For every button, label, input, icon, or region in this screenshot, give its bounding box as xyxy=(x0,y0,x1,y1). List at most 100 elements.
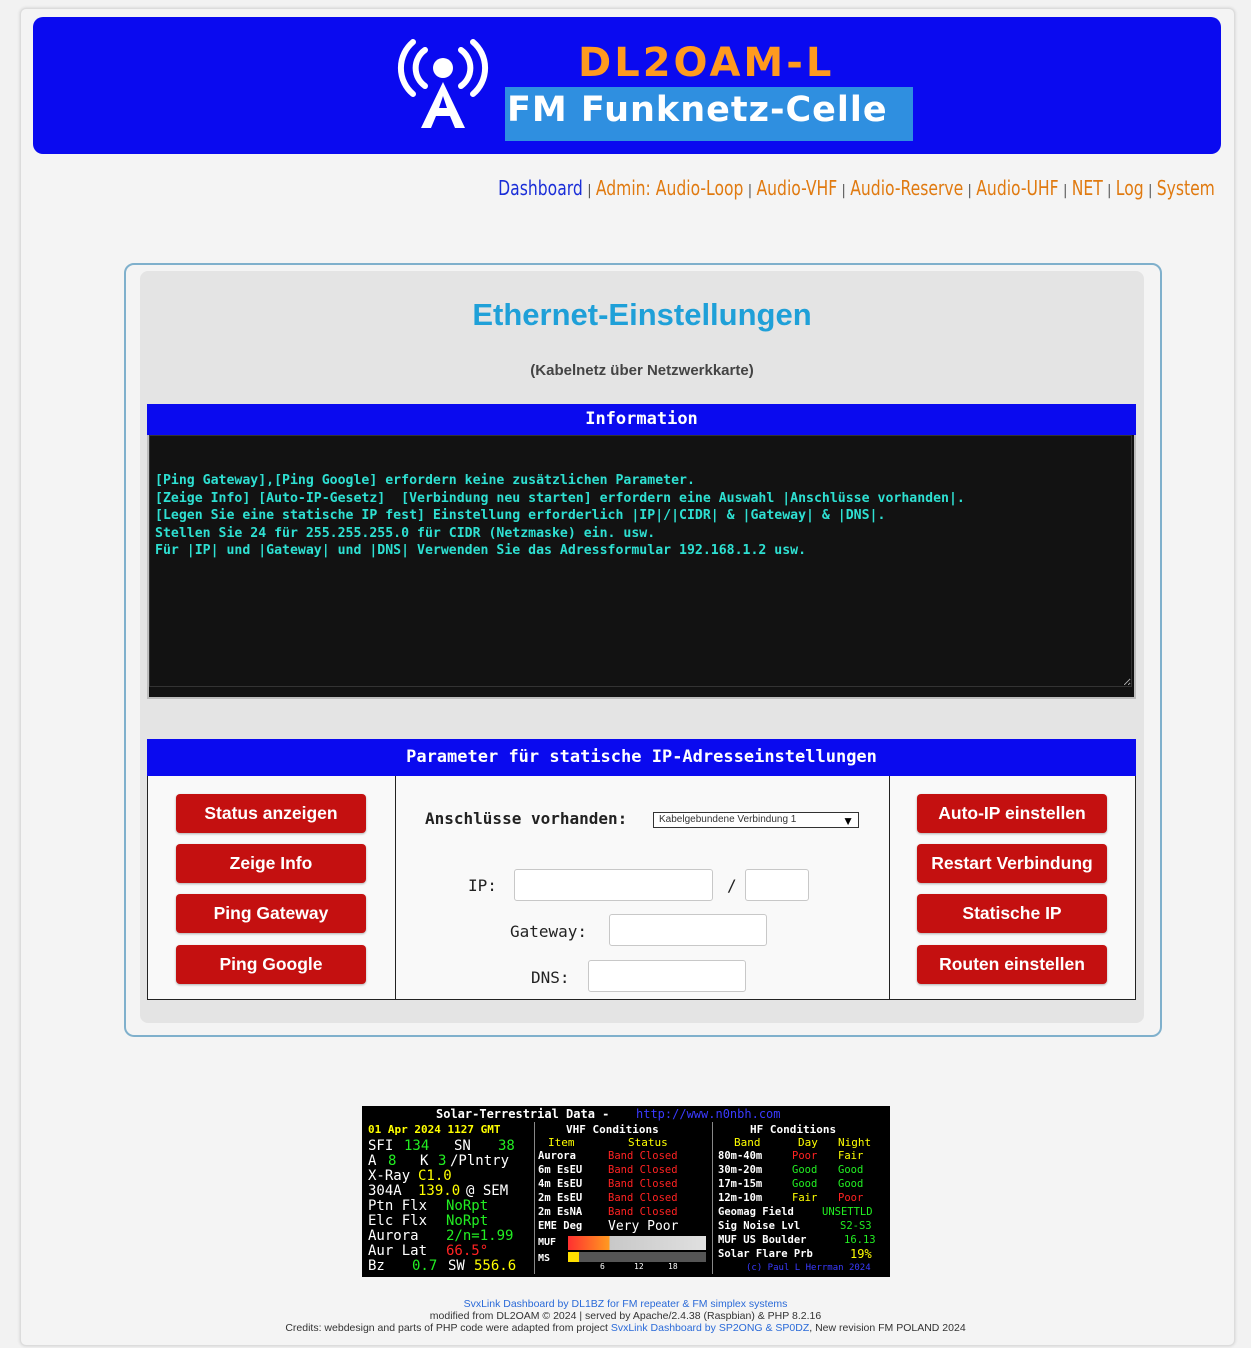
footer-line-1: SvxLink Dashboard by DL1BZ for FM repeat… xyxy=(0,1298,1251,1310)
hf-night: Poor xyxy=(838,1192,864,1204)
radio-tower-icon xyxy=(397,39,489,128)
hf-day-header: Day xyxy=(798,1136,818,1149)
nav-separator: | xyxy=(842,183,846,199)
footer-credits-prefix: Credits: webdesign and parts of PHP code… xyxy=(285,1322,608,1334)
nav-net[interactable]: NET xyxy=(1072,176,1103,200)
vhf-status: Band Closed xyxy=(608,1178,678,1190)
page-subtitle: (Kabelnetz über Netzwerkkarte) xyxy=(530,362,754,379)
flare-value: 19% xyxy=(850,1247,872,1261)
footer-credits-suffix: , New revision FM POLAND 2024 xyxy=(809,1322,966,1334)
solar-title: Solar-Terrestrial Data - xyxy=(436,1107,610,1121)
solar-divider xyxy=(712,1122,713,1274)
hf-day: Fair xyxy=(792,1192,818,1204)
k-label: K xyxy=(420,1153,429,1169)
signoise-value: S2-S3 xyxy=(840,1220,872,1232)
gateway-input[interactable] xyxy=(609,914,767,946)
connections-select[interactable]: Kabelgebundene Verbindung 1 ▼ xyxy=(653,812,859,828)
hf-band: 17m-15m xyxy=(718,1178,763,1190)
solar-terrestrial-widget[interactable]: Solar-Terrestrial Data - http://www.n0nb… xyxy=(362,1106,890,1277)
nav-system[interactable]: System xyxy=(1157,176,1215,200)
nav-separator: | xyxy=(1148,183,1153,199)
ip-label: IP: xyxy=(468,876,497,895)
ms-label: MS xyxy=(538,1253,551,1264)
cidr-input[interactable] xyxy=(745,869,809,901)
sfi-value: 134 xyxy=(404,1138,430,1154)
ip-input[interactable] xyxy=(514,869,713,901)
sw-label: SW xyxy=(448,1258,465,1274)
footer-line-2: modified from DL2OAM © 2024 | served by … xyxy=(429,1310,822,1322)
top-nav: Dashboard | Admin: Audio-Loop | Audio-VHF | Au… xyxy=(498,176,1215,200)
gateway-label: Gateway: xyxy=(510,922,588,941)
k-value: 3 xyxy=(438,1153,447,1169)
column-divider xyxy=(395,776,396,999)
footer-credits-link[interactable]: SvxLink Dashboard by SP2ONG & SP0DZ xyxy=(611,1322,809,1334)
elc-value: NoRpt xyxy=(446,1213,489,1229)
muf-boulder-value: 16.13 xyxy=(844,1234,876,1246)
he304-suffix: @ SEM xyxy=(466,1183,509,1199)
auto-ip-button[interactable]: Auto-IP einstellen xyxy=(917,794,1107,833)
elc-label: Elc Flx xyxy=(368,1213,428,1229)
aurlat-value: 66.5° xyxy=(446,1243,489,1259)
nav-audio-uhf[interactable]: Audio-UHF xyxy=(976,176,1058,200)
ms-scale-bar xyxy=(568,1252,706,1262)
sw-value: 556.6 xyxy=(474,1258,517,1274)
vhf-item: EME Deg xyxy=(538,1220,583,1232)
vhf-title: VHF Conditions xyxy=(566,1123,659,1136)
hf-day: Poor xyxy=(792,1150,818,1162)
solar-datetime: 01 Apr 2024 1127 GMT xyxy=(368,1123,501,1136)
connections-label: Anschlüsse vorhanden: xyxy=(425,809,628,828)
aurlat-label: Aur Lat xyxy=(368,1243,428,1259)
zeige-info-button[interactable]: Zeige Info xyxy=(176,844,366,883)
bz-label: Bz xyxy=(368,1258,385,1274)
nav-audio-vhf[interactable]: Audio-VHF xyxy=(757,176,838,200)
scale-tick: 6 xyxy=(600,1262,605,1271)
xray-value: C1.0 xyxy=(418,1168,452,1184)
vhf-item: 2m EsEU xyxy=(538,1192,583,1204)
hf-title: HF Conditions xyxy=(750,1123,837,1136)
vhf-item: Aurora xyxy=(538,1150,576,1162)
chevron-down-icon: ▼ xyxy=(842,814,854,828)
footer-dashboard-link[interactable]: SvxLink Dashboard by DL1BZ for FM repeat… xyxy=(464,1298,788,1310)
muf-scale-bar xyxy=(568,1236,706,1250)
ping-google-button[interactable]: Ping Google xyxy=(176,945,366,984)
solar-url: http://www.n0nbh.com xyxy=(636,1107,781,1121)
information-textarea[interactable] xyxy=(149,435,1132,687)
status-anzeigen-button[interactable]: Status anzeigen xyxy=(176,794,366,833)
he304-label: 304A xyxy=(368,1183,402,1199)
nav-admin-audio-loop[interactable]: Admin: Audio-Loop xyxy=(596,176,744,200)
solar-divider xyxy=(534,1122,535,1274)
a-label: A xyxy=(368,1153,377,1169)
sfi-label: SFI xyxy=(368,1138,394,1154)
nav-dashboard[interactable]: Dashboard xyxy=(498,176,583,200)
aurora-label: Aurora xyxy=(368,1228,419,1244)
dns-input[interactable] xyxy=(588,960,746,992)
vhf-status-header: Status xyxy=(628,1136,668,1149)
static-ip-button[interactable]: Statische IP xyxy=(917,894,1107,933)
restart-connection-button[interactable]: Restart Verbindung xyxy=(917,844,1107,883)
hf-night: Good xyxy=(838,1178,864,1190)
footer-line-3: Credits: webdesign and parts of PHP code… xyxy=(0,1322,1251,1334)
vhf-status: Band Closed xyxy=(608,1192,678,1204)
muf-boulder-label: MUF US Boulder xyxy=(718,1234,807,1246)
information-header: Information xyxy=(147,404,1136,435)
callsign-title: DL2OAM-L xyxy=(578,40,835,86)
hf-band-header: Band xyxy=(734,1136,761,1149)
scale-tick: 18 xyxy=(668,1262,678,1271)
xray-label: X-Ray xyxy=(368,1168,411,1184)
parameter-header: Parameter für statische IP-Adresseinstel… xyxy=(147,739,1136,776)
hf-band: 30m-20m xyxy=(718,1164,763,1176)
he304-value: 139.0 xyxy=(418,1183,461,1199)
geomag-value: UNSETTLD xyxy=(822,1206,873,1218)
hf-night: Good xyxy=(838,1164,864,1176)
hf-band: 12m-10m xyxy=(718,1192,763,1204)
ping-gateway-button[interactable]: Ping Gateway xyxy=(176,894,366,933)
hf-band: 80m-40m xyxy=(718,1150,763,1162)
nav-audio-reserve[interactable]: Audio-Reserve xyxy=(850,176,963,200)
sn-label: SN xyxy=(454,1138,471,1154)
nav-log[interactable]: Log xyxy=(1116,176,1144,200)
set-routes-button[interactable]: Routen einstellen xyxy=(917,945,1107,984)
nav-separator: | xyxy=(587,183,592,199)
nav-separator: | xyxy=(968,183,972,199)
vhf-item: 6m EsEU xyxy=(538,1164,583,1176)
k-suffix: /Plntry xyxy=(450,1153,510,1169)
